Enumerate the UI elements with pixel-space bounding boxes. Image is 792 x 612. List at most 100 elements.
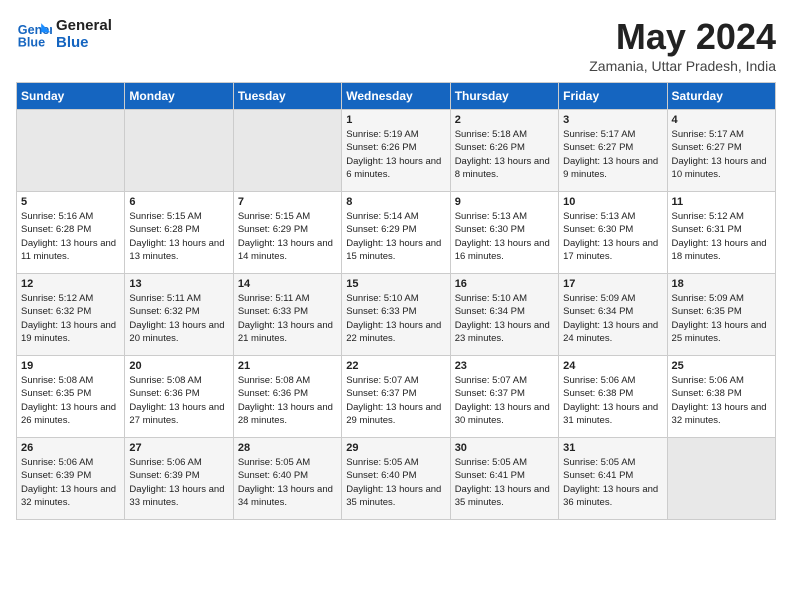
day-number: 13 [129, 278, 228, 290]
day-info: Sunrise: 5:12 AM Sunset: 6:31 PM Dayligh… [672, 210, 771, 263]
calendar-cell: 29 Sunrise: 5:05 AM Sunset: 6:40 PM Dayli… [342, 438, 450, 520]
calendar-cell [667, 438, 775, 520]
calendar-cell: 8 Sunrise: 5:14 AM Sunset: 6:29 PM Daylig… [342, 192, 450, 274]
calendar-week-row: 12 Sunrise: 5:12 AM Sunset: 6:32 PM Dayli… [17, 274, 776, 356]
logo: General Blue General Blue [16, 16, 112, 52]
calendar-cell: 16 Sunrise: 5:10 AM Sunset: 6:34 PM Dayli… [450, 274, 558, 356]
day-number: 7 [238, 196, 337, 208]
calendar-cell: 23 Sunrise: 5:07 AM Sunset: 6:37 PM Dayli… [450, 356, 558, 438]
day-info: Sunrise: 5:11 AM Sunset: 6:33 PM Dayligh… [238, 292, 337, 345]
day-info: Sunrise: 5:06 AM Sunset: 6:38 PM Dayligh… [563, 374, 662, 427]
day-number: 15 [346, 278, 445, 290]
day-number: 3 [563, 114, 662, 126]
header-day: Tuesday [233, 83, 341, 110]
calendar-cell: 2Sunrise: 5:18 AM Sunset: 6:26 PM Daylig… [450, 110, 558, 192]
header-day: Saturday [667, 83, 775, 110]
day-number: 8 [346, 196, 445, 208]
day-number: 2 [455, 114, 554, 126]
calendar-cell: 30 Sunrise: 5:05 AM Sunset: 6:41 PM Dayli… [450, 438, 558, 520]
day-info: Sunrise: 5:06 AM Sunset: 6:39 PM Dayligh… [129, 456, 228, 509]
day-info: Sunrise: 5:08 AM Sunset: 6:36 PM Dayligh… [129, 374, 228, 427]
day-number: 30 [455, 442, 554, 454]
day-info: Sunrise: 5:10 AM Sunset: 6:34 PM Dayligh… [455, 292, 554, 345]
title-area: May 2024 Zamania, Uttar Pradesh, India [589, 16, 776, 74]
day-number: 25 [672, 360, 771, 372]
subtitle: Zamania, Uttar Pradesh, India [589, 58, 776, 74]
day-info: Sunrise: 5:15 AM Sunset: 6:29 PM Dayligh… [238, 210, 337, 263]
header-row: SundayMondayTuesdayWednesdayThursdayFrid… [17, 83, 776, 110]
header-day: Monday [125, 83, 233, 110]
day-number: 23 [455, 360, 554, 372]
day-number: 24 [563, 360, 662, 372]
calendar-cell: 20 Sunrise: 5:08 AM Sunset: 6:36 PM Dayli… [125, 356, 233, 438]
day-info: Sunrise: 5:08 AM Sunset: 6:35 PM Dayligh… [21, 374, 120, 427]
calendar-cell: 22Sunrise: 5:07 AM Sunset: 6:37 PM Dayli… [342, 356, 450, 438]
calendar-cell: 9Sunrise: 5:13 AM Sunset: 6:30 PM Daylig… [450, 192, 558, 274]
header: General Blue General Blue May 2024 Zaman… [16, 16, 776, 74]
calendar-cell: 28Sunrise: 5:05 AM Sunset: 6:40 PM Dayli… [233, 438, 341, 520]
logo-icon: General Blue [16, 16, 52, 52]
day-number: 21 [238, 360, 337, 372]
header-day: Friday [559, 83, 667, 110]
day-info: Sunrise: 5:07 AM Sunset: 6:37 PM Dayligh… [455, 374, 554, 427]
day-info: Sunrise: 5:05 AM Sunset: 6:40 PM Dayligh… [346, 456, 445, 509]
day-number: 9 [455, 196, 554, 208]
calendar-cell: 14 Sunrise: 5:11 AM Sunset: 6:33 PM Dayli… [233, 274, 341, 356]
calendar-cell: 27 Sunrise: 5:06 AM Sunset: 6:39 PM Dayli… [125, 438, 233, 520]
day-number: 14 [238, 278, 337, 290]
calendar-cell [125, 110, 233, 192]
day-info: Sunrise: 5:10 AM Sunset: 6:33 PM Dayligh… [346, 292, 445, 345]
svg-text:Blue: Blue [18, 36, 45, 50]
day-info: Sunrise: 5:07 AM Sunset: 6:37 PM Dayligh… [346, 374, 445, 427]
day-number: 27 [129, 442, 228, 454]
day-number: 12 [21, 278, 120, 290]
calendar-cell: 19 Sunrise: 5:08 AM Sunset: 6:35 PM Dayli… [17, 356, 125, 438]
day-info: Sunrise: 5:17 AM Sunset: 6:27 PM Dayligh… [672, 128, 771, 181]
calendar-cell [17, 110, 125, 192]
day-info: Sunrise: 5:06 AM Sunset: 6:38 PM Dayligh… [672, 374, 771, 427]
day-number: 11 [672, 196, 771, 208]
day-number: 26 [21, 442, 120, 454]
calendar-table: SundayMondayTuesdayWednesdayThursdayFrid… [16, 82, 776, 520]
day-info: Sunrise: 5:11 AM Sunset: 6:32 PM Dayligh… [129, 292, 228, 345]
header-day: Wednesday [342, 83, 450, 110]
day-info: Sunrise: 5:06 AM Sunset: 6:39 PM Dayligh… [21, 456, 120, 509]
day-info: Sunrise: 5:05 AM Sunset: 6:41 PM Dayligh… [563, 456, 662, 509]
day-number: 10 [563, 196, 662, 208]
day-number: 29 [346, 442, 445, 454]
calendar-cell: 17Sunrise: 5:09 AM Sunset: 6:34 PM Dayli… [559, 274, 667, 356]
calendar-cell: 1Sunrise: 5:19 AM Sunset: 6:26 PM Daylig… [342, 110, 450, 192]
calendar-cell: 3 Sunrise: 5:17 AM Sunset: 6:27 PM Daylig… [559, 110, 667, 192]
calendar-week-row: 1Sunrise: 5:19 AM Sunset: 6:26 PM Daylig… [17, 110, 776, 192]
calendar-week-row: 5Sunrise: 5:16 AM Sunset: 6:28 PM Daylig… [17, 192, 776, 274]
logo-line2: Blue [56, 34, 112, 51]
day-number: 18 [672, 278, 771, 290]
day-info: Sunrise: 5:12 AM Sunset: 6:32 PM Dayligh… [21, 292, 120, 345]
day-info: Sunrise: 5:14 AM Sunset: 6:29 PM Dayligh… [346, 210, 445, 263]
day-number: 1 [346, 114, 445, 126]
calendar-cell: 25 Sunrise: 5:06 AM Sunset: 6:38 PM Dayli… [667, 356, 775, 438]
day-number: 19 [21, 360, 120, 372]
calendar-cell: 5Sunrise: 5:16 AM Sunset: 6:28 PM Daylig… [17, 192, 125, 274]
calendar-cell: 18Sunrise: 5:09 AM Sunset: 6:35 PM Dayli… [667, 274, 775, 356]
calendar-cell [233, 110, 341, 192]
calendar-cell: 10Sunrise: 5:13 AM Sunset: 6:30 PM Dayli… [559, 192, 667, 274]
calendar-week-row: 26 Sunrise: 5:06 AM Sunset: 6:39 PM Dayli… [17, 438, 776, 520]
header-day: Sunday [17, 83, 125, 110]
day-info: Sunrise: 5:15 AM Sunset: 6:28 PM Dayligh… [129, 210, 228, 263]
calendar-cell: 7 Sunrise: 5:15 AM Sunset: 6:29 PM Daylig… [233, 192, 341, 274]
day-number: 6 [129, 196, 228, 208]
calendar-cell: 6 Sunrise: 5:15 AM Sunset: 6:28 PM Daylig… [125, 192, 233, 274]
logo-line1: General [56, 17, 112, 34]
calendar-cell: 31 Sunrise: 5:05 AM Sunset: 6:41 PM Dayli… [559, 438, 667, 520]
day-info: Sunrise: 5:16 AM Sunset: 6:28 PM Dayligh… [21, 210, 120, 263]
day-info: Sunrise: 5:05 AM Sunset: 6:41 PM Dayligh… [455, 456, 554, 509]
day-number: 31 [563, 442, 662, 454]
day-number: 20 [129, 360, 228, 372]
day-number: 16 [455, 278, 554, 290]
calendar-cell: 15 Sunrise: 5:10 AM Sunset: 6:33 PM Dayli… [342, 274, 450, 356]
day-info: Sunrise: 5:17 AM Sunset: 6:27 PM Dayligh… [563, 128, 662, 181]
month-title: May 2024 [589, 16, 776, 58]
header-day: Thursday [450, 83, 558, 110]
calendar-cell: 12 Sunrise: 5:12 AM Sunset: 6:32 PM Dayli… [17, 274, 125, 356]
